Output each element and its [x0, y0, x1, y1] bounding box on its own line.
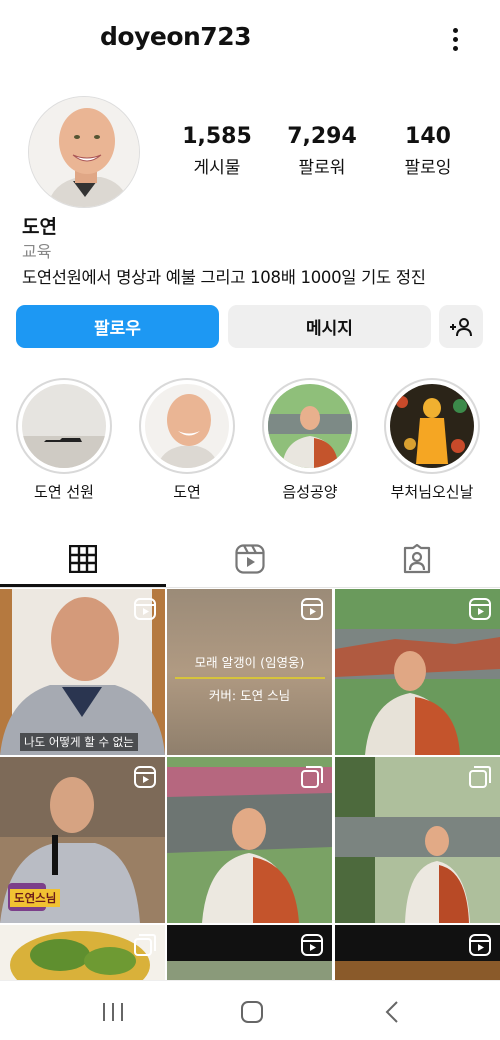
reels-icon	[235, 544, 265, 574]
grid-post[interactable]	[167, 757, 332, 923]
followers-label: 팔로워	[298, 158, 346, 178]
reel-badge-icon	[468, 597, 492, 621]
add-person-icon	[450, 317, 472, 336]
profile-category: 교육	[22, 242, 52, 261]
post-badge-text: 도연스님	[10, 889, 61, 907]
following-label: 팔로잉	[404, 158, 452, 178]
stat-following[interactable]: 140 팔로잉	[373, 124, 483, 178]
grid-post[interactable]	[0, 925, 165, 980]
profile-username: doyeon723	[100, 22, 251, 51]
reel-badge-icon	[468, 933, 492, 957]
caption-cover: 커버: 도연 스님	[208, 688, 291, 704]
back-icon[interactable]	[377, 1001, 407, 1023]
home-icon[interactable]	[237, 1001, 267, 1023]
highlight-label: 음성공양	[282, 483, 338, 501]
posts-count: 1,585	[182, 124, 252, 149]
highlight-item[interactable]: 부처님오신날	[384, 378, 480, 502]
highlight-label: 도연	[173, 483, 201, 501]
tab-tagged[interactable]	[334, 530, 500, 588]
reel-badge-icon	[300, 933, 324, 957]
highlight-item[interactable]: 도연 선원	[16, 378, 112, 502]
profile-header: doyeon723	[0, 0, 500, 80]
tagged-user-icon	[403, 544, 431, 574]
highlight-item[interactable]: 도연	[139, 378, 235, 502]
suggested-users-button[interactable]	[439, 305, 483, 348]
grid-icon	[69, 545, 97, 573]
highlight-label: 도연 선원	[34, 483, 94, 501]
following-count: 140	[405, 124, 451, 149]
follow-button[interactable]: 팔로우	[16, 305, 219, 348]
grid-post[interactable]: 도연스님	[0, 757, 165, 923]
profile-tab-bar	[0, 530, 500, 588]
grid-post[interactable]	[335, 925, 500, 980]
highlight-cover	[268, 384, 352, 468]
active-tab-indicator	[0, 584, 166, 587]
grid-post[interactable]	[335, 757, 500, 923]
grid-post[interactable]	[335, 589, 500, 755]
highlight-cover	[390, 384, 474, 468]
post-caption: 모래 알갱이 (임영웅) 커버: 도연 스님	[167, 652, 332, 704]
profile-avatar[interactable]	[28, 96, 140, 208]
stat-followers[interactable]: 7,294 팔로워	[267, 124, 377, 178]
followers-count: 7,294	[287, 124, 357, 149]
tab-reels[interactable]	[167, 530, 333, 588]
tab-posts[interactable]	[0, 530, 166, 588]
highlight-label: 부처님오신날	[390, 483, 474, 501]
post-subtitle: 나도 어떻게 할 수 없는	[20, 733, 138, 751]
stat-posts[interactable]: 1,585 게시물	[162, 124, 272, 178]
message-button[interactable]: 메시지	[228, 305, 431, 348]
profile-bio: 도연선원에서 명상과 예불 그리고 108배 1000일 기도 정진	[22, 268, 426, 287]
multi-image-icon	[133, 933, 157, 957]
recent-apps-icon[interactable]	[98, 1001, 128, 1023]
caption-song: 모래 알갱이 (임영웅)	[194, 655, 305, 671]
reel-badge-icon	[300, 597, 324, 621]
grid-post[interactable]	[167, 925, 332, 980]
posts-grid: 나도 어떻게 할 수 없는 모래 알갱이 (임영웅) 커버: 도연 스님 도연스…	[0, 589, 500, 980]
grid-post[interactable]: 나도 어떻게 할 수 없는	[0, 589, 165, 755]
reel-badge-icon	[133, 765, 157, 789]
highlight-item[interactable]: 음성공양	[262, 378, 358, 502]
more-options-icon[interactable]	[446, 28, 464, 54]
multi-image-icon	[300, 765, 324, 789]
posts-label: 게시물	[193, 158, 241, 178]
multi-image-icon	[468, 765, 492, 789]
profile-display-name: 도연	[22, 216, 57, 238]
system-navigation-bar	[0, 980, 500, 1040]
grid-post[interactable]: 모래 알갱이 (임영웅) 커버: 도연 스님	[167, 589, 332, 755]
highlight-cover	[145, 384, 229, 468]
highlight-cover	[22, 384, 106, 468]
reel-badge-icon	[133, 597, 157, 621]
